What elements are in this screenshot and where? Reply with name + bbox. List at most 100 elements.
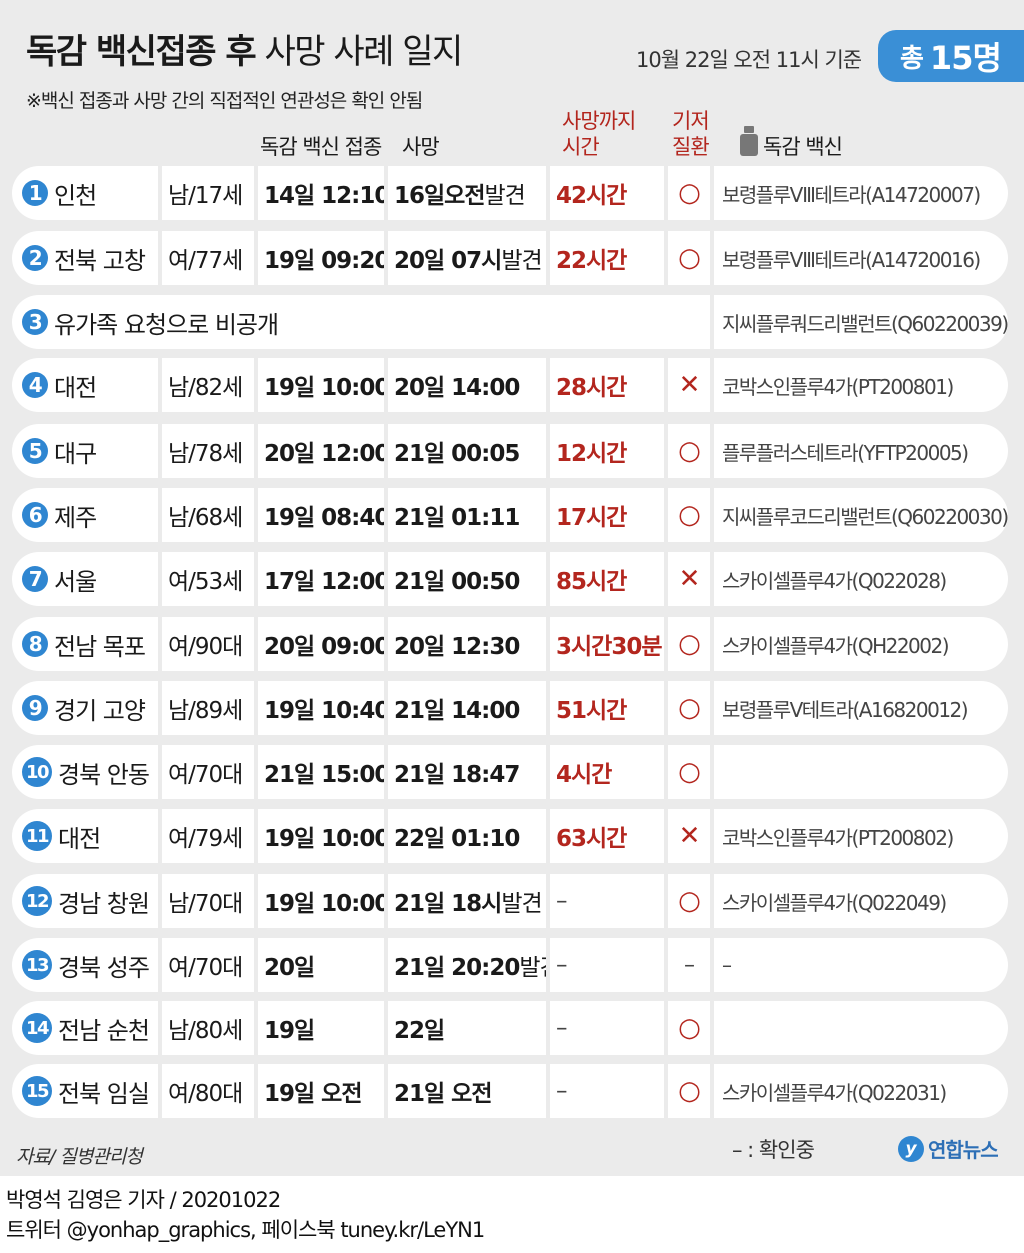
hours-text: –	[556, 888, 567, 914]
disease-mark: ✕	[678, 564, 701, 594]
infographic-sheet: 독감 백신접종 후 사망 사례 일지 ※백신 접종과 사망 간의 직접적인 연관…	[0, 0, 1024, 1176]
cell-vaccine: 스카이셀플루4가(QH22002)	[714, 617, 1008, 671]
disease-mark: ○	[678, 1013, 701, 1043]
death-time-text: 21일 18:47	[394, 762, 520, 788]
cell-vaccine: 보령플루Ⅷ테트라(A14720016)	[714, 231, 1008, 285]
table-row: 9 경기 고양 남/89세 19일 10:40 21일 14:00 51시간 ○ 보령플루Ⅴ테…	[12, 681, 1008, 735]
vaccination-time-text: 20일 12:00	[264, 441, 384, 467]
cell-vaccine: 스카이셀플루4가(Q022049)	[714, 874, 1008, 928]
cell-vaccination-time: 14일 12:10	[258, 166, 384, 220]
demographic-text: 남/17세	[168, 183, 243, 209]
row-number-badge: 11	[22, 821, 52, 851]
demographic-text: 남/70대	[168, 891, 243, 917]
vaccine-text: 보령플루Ⅷ테트라(A14720007)	[722, 182, 981, 207]
cell-disease: ○	[668, 1064, 710, 1118]
vaccine-text: 코박스인플루4가(PT200801)	[722, 374, 954, 399]
cell-vaccine: 코박스인플루4가(PT200802)	[714, 809, 1008, 863]
vaccine-text: 스카이셀플루4가(Q022049)	[722, 890, 947, 915]
death-time-text: 22일	[394, 1018, 445, 1044]
death-time-text: 21일 20:20	[394, 955, 520, 981]
title-light: 사망 사례 일지	[264, 32, 463, 72]
social-credit: 트위터 @yonhap_graphics, 페이스북 tuney.kr/LeYN…	[6, 1218, 485, 1242]
cell-hours: 4시간	[550, 745, 664, 799]
vaccine-text: 지씨플루쿼드리밸런트(Q60220039)	[722, 311, 1008, 336]
cell-demographic: 여/80대	[162, 1064, 254, 1118]
row-number-badge: 10	[22, 757, 52, 787]
cell-death-time: 21일 18:47	[388, 745, 546, 799]
total-count: 15명	[929, 39, 1002, 77]
table-row: 7 서울 여/53세 17일 12:00 21일 00:50 85시간 ✕ 스카이셀플루4가(…	[12, 552, 1008, 606]
cell-demographic: 남/78세	[162, 424, 254, 478]
cell-disease: ○	[668, 488, 710, 542]
col-header-disease-line1: 기저	[672, 109, 710, 133]
death-time-text: 22일 01:10	[394, 826, 520, 852]
source-credit: 자료/ 질병관리청	[16, 1146, 143, 1168]
cell-vaccine: 코박스인플루4가(PT200801)	[714, 358, 1008, 412]
cell-disease: ○	[668, 874, 710, 928]
cell-vaccine	[714, 1001, 1008, 1055]
cell-vaccination-time: 20일	[258, 938, 384, 992]
region-text: 대구	[54, 439, 97, 468]
death-time-text: 21일 01:11	[394, 505, 520, 531]
cell-disease: –	[668, 938, 710, 992]
col-header-vaccination: 독감 백신 접종	[260, 135, 382, 159]
cell-disease: ✕	[668, 358, 710, 412]
cell-demographic: 남/68세	[162, 488, 254, 542]
vaccine-text: 스카이셀플루4가(Q022028)	[722, 568, 947, 593]
vaccination-time-text: 19일 09:20	[264, 248, 384, 274]
yonhap-logo-name: 연합뉴스	[928, 1138, 999, 1162]
cell-hours: 42시간	[550, 166, 664, 220]
disease-mark: ○	[678, 693, 701, 723]
cell-demographic: 여/90대	[162, 617, 254, 671]
reporter-credit: 박영석 김영은 기자 / 20201022	[6, 1188, 281, 1212]
cell-vaccine: 플루플러스테트라(YFTP20005)	[714, 424, 1008, 478]
cell-demographic: 남/82세	[162, 358, 254, 412]
cell-region: 7 서울	[12, 552, 158, 606]
table-row: 6 제주 남/68세 19일 08:40 21일 01:11 17시간 ○ 지씨플루코드리밸런…	[12, 488, 1008, 542]
region-text: 전북 임실	[58, 1079, 150, 1108]
death-found-text: 발견	[501, 248, 542, 274]
vaccination-time-text: 20일 09:00	[264, 634, 384, 660]
col-header-hours: 사망까지 시간	[562, 108, 636, 160]
cell-disease: ○	[668, 745, 710, 799]
region-text: 대전	[58, 824, 101, 853]
cell-region: 15 전북 임실	[12, 1064, 158, 1118]
cell-vaccination-time: 19일 10:40	[258, 681, 384, 735]
vaccination-time-text: 19일 오전	[264, 1081, 362, 1107]
hours-text: 3시간30분	[556, 634, 662, 660]
row-number-badge: 15	[22, 1076, 52, 1106]
cell-disease: ✕	[668, 552, 710, 606]
cell-vaccination-time: 19일 09:20	[258, 231, 384, 285]
cell-demographic: 여/70대	[162, 745, 254, 799]
cell-hours: 63시간	[550, 809, 664, 863]
region-text: 유가족 요청으로 비공개	[54, 310, 279, 339]
cell-region: 14 전남 순천	[12, 1001, 158, 1055]
hours-text: 17시간	[556, 505, 627, 531]
vaccination-time-text: 20일	[264, 955, 315, 981]
region-text: 경북 성주	[58, 953, 150, 982]
cell-vaccine: 스카이셀플루4가(Q022028)	[714, 552, 1008, 606]
total-badge: 총 15명	[878, 30, 1024, 82]
col-header-death: 사망	[402, 135, 440, 159]
disease-mark: ○	[678, 436, 701, 466]
table-row: 15 전북 임실 여/80대 19일 오전 21일 오전 – ○ 스카이셀플루4가(Q0220…	[12, 1064, 1008, 1118]
region-text: 전북 고창	[54, 246, 146, 275]
cell-hours: 22시간	[550, 231, 664, 285]
death-time-text: 20일 12:30	[394, 634, 520, 660]
cell-region: 3 유가족 요청으로 비공개	[12, 295, 710, 349]
table-row: 12 경남 창원 남/70대 19일 10:00 21일 18시 발견 – ○ 스카이셀플루4…	[12, 874, 1008, 928]
region-text: 제주	[54, 503, 97, 532]
cell-hours: –	[550, 938, 664, 992]
cell-hours: –	[550, 1064, 664, 1118]
demographic-text: 남/89세	[168, 698, 243, 724]
hours-text: 63시간	[556, 826, 627, 852]
row-number-badge: 2	[22, 245, 48, 271]
cell-death-time: 22일 01:10	[388, 809, 546, 863]
vaccine-text: 스카이셀플루4가(QH22002)	[722, 633, 950, 658]
demographic-text: 남/82세	[168, 375, 243, 401]
row-number-badge: 6	[22, 502, 48, 528]
region-text: 전남 목포	[54, 632, 146, 661]
row-number-badge: 3	[22, 309, 48, 335]
vaccine-text: –	[722, 953, 732, 977]
cell-hours: –	[550, 1001, 664, 1055]
